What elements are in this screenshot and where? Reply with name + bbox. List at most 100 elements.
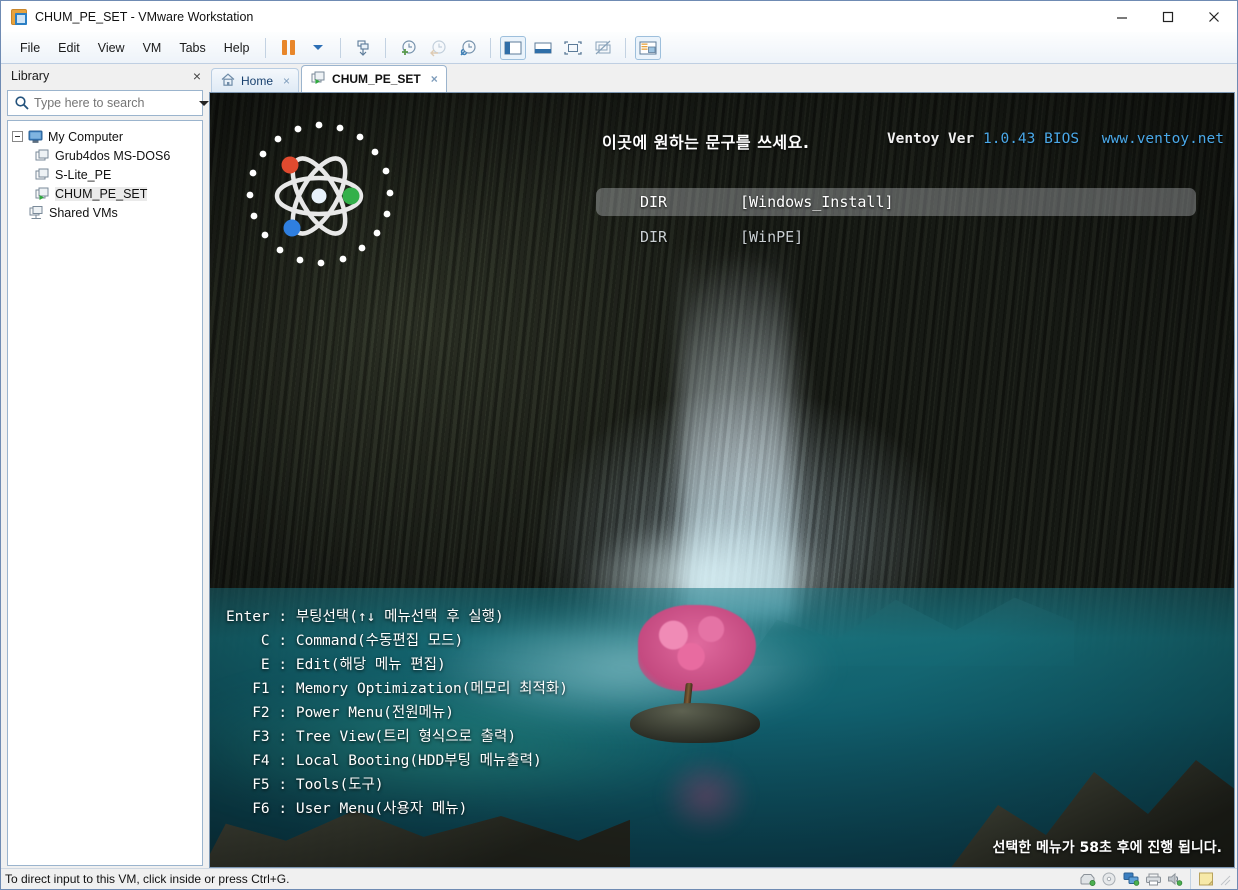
tree-item-label: Grub4dos MS-DOS6 xyxy=(55,148,171,163)
close-icon[interactable]: × xyxy=(193,69,201,83)
ventoy-help-text: Enter : 부팅선택(↑↓ 메뉴선택 후 실행) C : Command(수… xyxy=(226,605,568,821)
computer-icon xyxy=(27,129,43,145)
tree-item-grub4dos[interactable]: Grub4dos MS-DOS6 xyxy=(12,146,198,165)
take-snapshot-button[interactable] xyxy=(395,36,421,60)
ventoy-custom-message: 이곳에 원하는 문구를 쓰세요. xyxy=(602,133,810,152)
power-dropdown-button[interactable] xyxy=(305,36,331,60)
chevron-down-icon[interactable] xyxy=(199,100,209,106)
tree-item-chum-pe-set[interactable]: CHUM_PE_SET xyxy=(12,184,198,203)
cd-dvd-status-icon[interactable] xyxy=(1100,872,1118,887)
toolbar-separator xyxy=(265,37,267,58)
tree-item-shared-vms[interactable]: Shared VMs xyxy=(12,203,198,222)
tree-item-my-computer[interactable]: My Computer xyxy=(12,127,198,146)
notes-status-icon[interactable] xyxy=(1197,872,1215,887)
menu-edit[interactable]: Edit xyxy=(49,37,89,59)
status-bar: To direct input to this VM, click inside… xyxy=(1,868,1237,889)
ventoy-firmware-mode: BIOS xyxy=(1044,131,1080,147)
help-line: F5 : Tools(도구) xyxy=(226,777,384,793)
vm-running-icon xyxy=(34,186,50,202)
help-line: C : Command(수동편집 모드) xyxy=(226,633,464,649)
toolbar-separator xyxy=(340,37,342,58)
show-console-view-button[interactable] xyxy=(530,36,556,60)
tab-home[interactable]: Home × xyxy=(211,68,300,92)
pause-button[interactable] xyxy=(275,36,301,60)
boot-menu-entry-winpe[interactable]: DIR [WinPE] xyxy=(596,223,1196,251)
tab-chum-pe-set[interactable]: CHUM_PE_SET × xyxy=(301,65,447,92)
library-search[interactable] xyxy=(7,90,209,116)
shared-vms-icon xyxy=(28,205,44,221)
tree-item-s-lite-pe[interactable]: S-Lite_PE xyxy=(12,165,198,184)
library-tree: My Computer Grub4dos MS-DOS6 S-Lite_PE C… xyxy=(7,120,203,866)
boot-menu-entry-windows-install[interactable]: DIR [Windows_Install] xyxy=(596,188,1196,216)
window-controls xyxy=(1099,1,1237,32)
home-icon xyxy=(221,72,235,89)
show-thumbnail-bar-button[interactable] xyxy=(635,35,662,60)
vm-icon xyxy=(311,71,326,88)
tab-label: CHUM_PE_SET xyxy=(332,72,421,86)
printer-status-icon[interactable] xyxy=(1144,872,1162,887)
status-separator xyxy=(1190,869,1191,889)
toolbar-separator xyxy=(625,37,627,58)
ventoy-url: www.ventoy.net xyxy=(1101,131,1224,147)
ventoy-version-line: Ventoy Ver 1.0.43 BIOS www.ventoy.net xyxy=(887,131,1224,147)
revert-snapshot-button[interactable] xyxy=(425,36,451,60)
ventoy-version-number: 1.0.43 xyxy=(983,131,1036,147)
vm-icon xyxy=(34,148,50,164)
snapshot-manager-button[interactable] xyxy=(455,36,481,60)
entry-name: [Windows_Install] xyxy=(740,193,894,211)
tree-item-label: S-Lite_PE xyxy=(55,167,112,182)
library-title: Library xyxy=(11,69,50,83)
tree-item-label: My Computer xyxy=(48,129,124,144)
expander-icon[interactable] xyxy=(12,131,23,142)
maximize-icon[interactable] xyxy=(1145,1,1191,32)
resize-grip[interactable] xyxy=(1219,873,1231,886)
title-bar: CHUM_PE_SET - VMware Workstation xyxy=(1,1,1237,32)
search-input[interactable] xyxy=(34,96,195,110)
sound-status-icon[interactable] xyxy=(1166,872,1184,887)
entry-type: DIR xyxy=(640,228,668,246)
tree-item-label: CHUM_PE_SET xyxy=(55,186,148,201)
vm-area: Home × CHUM_PE_SET × 이곳에 원하는 문구를 쓰세요. Ve… xyxy=(209,64,1237,868)
close-icon[interactable] xyxy=(1191,1,1237,32)
vm-console-screen[interactable]: 이곳에 원하는 문구를 쓰세요. Ventoy Ver 1.0.43 BIOS … xyxy=(209,92,1235,868)
hard-disk-status-icon[interactable] xyxy=(1078,872,1096,887)
fullscreen-button[interactable] xyxy=(560,36,586,60)
menu-view[interactable]: View xyxy=(89,37,134,59)
tab-label: Home xyxy=(241,73,274,88)
help-line: F2 : Power Menu(전원메뉴) xyxy=(226,705,454,721)
vmware-workstation-window: CHUM_PE_SET - VMware Workstation File Ed… xyxy=(0,0,1238,890)
vm-icon xyxy=(34,167,50,183)
close-icon[interactable]: × xyxy=(283,74,290,88)
library-header: Library × xyxy=(3,64,207,88)
network-status-icon[interactable] xyxy=(1122,872,1140,887)
help-line: F3 : Tree View(트리 형식으로 출력) xyxy=(226,729,517,745)
menu-vm[interactable]: VM xyxy=(134,37,171,59)
menu-tabs[interactable]: Tabs xyxy=(170,37,214,59)
library-panel: Library × Type here to search My Compute… xyxy=(1,64,209,868)
menu-file[interactable]: File xyxy=(11,37,49,59)
entry-name: [WinPE] xyxy=(740,228,804,246)
status-message: To direct input to this VM, click inside… xyxy=(5,872,290,886)
window-title: CHUM_PE_SET - VMware Workstation xyxy=(35,9,254,24)
main-body: Library × Type here to search My Compute… xyxy=(1,64,1237,868)
help-line: E : Edit(해당 메뉴 편집) xyxy=(226,657,446,673)
help-line: F1 : Memory Optimization(메모리 최적화) xyxy=(226,681,568,697)
tab-strip: Home × CHUM_PE_SET × xyxy=(209,64,1235,92)
search-icon xyxy=(14,95,30,111)
menu-help[interactable]: Help xyxy=(215,37,259,59)
menu-bar: File Edit View VM Tabs Help xyxy=(1,32,1237,64)
ventoy-boot-menu: DIR [Windows_Install] DIR [WinPE] xyxy=(596,188,1196,258)
snapshot-button[interactable] xyxy=(350,36,376,60)
help-line: F6 : User Menu(사용자 메뉴) xyxy=(226,801,468,817)
tree-item-label: Shared VMs xyxy=(49,205,118,220)
ventoy-countdown-message: 선택한 메뉴가 58초 후에 진행 됩니다. xyxy=(992,840,1223,856)
minimize-icon[interactable] xyxy=(1099,1,1145,32)
unity-mode-button[interactable] xyxy=(590,36,616,60)
toolbar-separator xyxy=(385,37,387,58)
close-icon[interactable]: × xyxy=(431,72,438,86)
entry-type: DIR xyxy=(640,193,668,211)
help-line: F4 : Local Booting(HDD부팅 메뉴출력) xyxy=(226,753,542,769)
help-line: Enter : 부팅선택(↑↓ 메뉴선택 후 실행) xyxy=(226,609,504,625)
ventoy-atom-logo xyxy=(234,111,404,281)
show-library-button[interactable] xyxy=(500,35,527,60)
